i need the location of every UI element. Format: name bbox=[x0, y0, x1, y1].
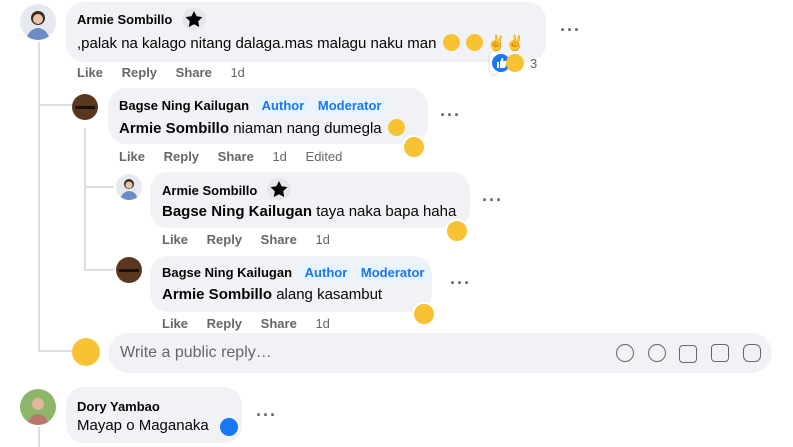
mention-link[interactable]: Bagse Ning Kailugan bbox=[162, 203, 312, 220]
avatar-sticker-icon[interactable] bbox=[743, 344, 761, 362]
timestamp[interactable]: 1d bbox=[315, 316, 329, 331]
timestamp[interactable]: 1d bbox=[272, 149, 286, 164]
comment-text-content: Mayap o Maganaka bbox=[77, 417, 209, 434]
share-button[interactable]: Share bbox=[176, 65, 212, 80]
blush-emoji-icon bbox=[465, 34, 483, 51]
thread-line-main bbox=[38, 42, 40, 352]
reaction-summary[interactable]: 3 bbox=[490, 52, 537, 74]
mention-link[interactable]: Armie Sombillo bbox=[119, 120, 229, 137]
star-badge-icon[interactable] bbox=[182, 8, 206, 30]
like-button[interactable]: Like bbox=[162, 316, 188, 331]
reply-button[interactable]: Reply bbox=[164, 149, 199, 164]
star-badge-icon[interactable] bbox=[267, 178, 291, 200]
timestamp[interactable]: 1d bbox=[315, 232, 329, 247]
thread-line-connector-1 bbox=[38, 104, 74, 106]
moderator-badge: Moderator bbox=[355, 263, 430, 282]
reply-author: Bagse Ning Kailugan Author Moderator bbox=[162, 263, 430, 282]
like-button[interactable]: Like bbox=[162, 232, 188, 247]
thread-line-nested bbox=[84, 128, 86, 270]
thread-line-connector-2 bbox=[84, 186, 114, 188]
avatar[interactable] bbox=[20, 389, 56, 425]
edited-label: Edited bbox=[305, 149, 343, 164]
victory-hand-emoji-icon-2: ✌ bbox=[505, 35, 525, 52]
like-reaction-icon bbox=[220, 418, 238, 436]
moderator-badge: Moderator bbox=[312, 96, 387, 115]
comment-text: ,palak na kalago nitang dalaga.mas malag… bbox=[77, 34, 524, 52]
thread-line-bottom bbox=[38, 427, 40, 447]
timestamp[interactable]: 1d bbox=[230, 65, 244, 80]
emoji-icon[interactable] bbox=[648, 344, 666, 362]
reply-text-content: niaman nang dumegla bbox=[229, 120, 382, 137]
comment-bubble bbox=[66, 2, 546, 62]
share-button[interactable]: Share bbox=[261, 232, 297, 247]
reply-button[interactable]: Reply bbox=[122, 65, 157, 80]
reply-button[interactable]: Reply bbox=[207, 316, 242, 331]
reply-text: Armie Sombillo niaman nang dumegla bbox=[119, 119, 405, 137]
haha-reaction-icon[interactable] bbox=[445, 219, 469, 243]
author-badge: Author bbox=[256, 96, 310, 115]
reply-actions: Like Reply Share 1d bbox=[162, 316, 345, 331]
reply-text-content: alang kasambut bbox=[272, 286, 383, 303]
camera-icon[interactable] bbox=[679, 345, 697, 363]
reply-input[interactable]: Write a public reply… bbox=[120, 344, 272, 362]
gif-icon[interactable] bbox=[711, 344, 729, 362]
comment-bubble bbox=[66, 387, 242, 443]
more-icon[interactable]: ··· bbox=[440, 105, 461, 126]
sticker-icon[interactable] bbox=[616, 344, 634, 362]
hugging-emoji-icon bbox=[387, 119, 405, 136]
reply-actions: Like Reply Share 1d bbox=[162, 232, 345, 247]
haha-reaction-icon[interactable] bbox=[402, 135, 426, 159]
avatar[interactable] bbox=[20, 4, 56, 40]
avatar[interactable] bbox=[116, 257, 142, 283]
more-icon[interactable]: ··· bbox=[256, 405, 277, 426]
thread-line-connector-reply-box bbox=[38, 350, 74, 352]
like-button[interactable]: Like bbox=[77, 65, 103, 80]
comment-actions: Like Reply Share 1d bbox=[77, 65, 260, 80]
reply-author: Bagse Ning Kailugan Author Moderator bbox=[119, 96, 387, 115]
comment-text: Mayap o Maganaka bbox=[77, 417, 238, 436]
reply-author[interactable]: Armie Sombillo bbox=[162, 183, 257, 198]
victory-hand-emoji-icon: ✌ bbox=[486, 35, 506, 52]
reply-author-name[interactable]: Bagse Ning Kailugan bbox=[162, 265, 292, 280]
more-icon[interactable]: ··· bbox=[560, 20, 581, 41]
comment-author[interactable]: Armie Sombillo bbox=[77, 12, 172, 27]
avatar[interactable] bbox=[72, 94, 98, 120]
avatar[interactable] bbox=[116, 174, 142, 200]
mention-link[interactable]: Armie Sombillo bbox=[162, 286, 272, 303]
haha-reaction-icon[interactable] bbox=[412, 302, 436, 326]
more-icon[interactable]: ··· bbox=[482, 190, 503, 211]
reply-text-content: taya naka bapa haha bbox=[312, 203, 457, 220]
wow-reaction-icon bbox=[506, 54, 524, 72]
thread-line-connector-3 bbox=[84, 269, 114, 271]
share-button[interactable]: Share bbox=[261, 316, 297, 331]
reaction-count: 3 bbox=[530, 56, 538, 71]
reply-button[interactable]: Reply bbox=[207, 232, 242, 247]
reply-actions: Like Reply Share 1d Edited bbox=[119, 149, 357, 164]
author-badge: Author bbox=[299, 263, 353, 282]
grinning-emoji-icon bbox=[442, 34, 460, 51]
comment-text-content: ,palak na kalago nitang dalaga.mas malag… bbox=[77, 35, 437, 52]
reply-text: Armie Sombillo alang kasambut bbox=[162, 286, 382, 303]
reply-author-name[interactable]: Bagse Ning Kailugan bbox=[119, 98, 249, 113]
reply-text: Bagse Ning Kailugan taya naka bapa haha bbox=[162, 203, 456, 220]
comment-author[interactable]: Dory Yambao bbox=[77, 399, 160, 414]
share-button[interactable]: Share bbox=[218, 149, 254, 164]
current-user-avatar[interactable] bbox=[72, 338, 100, 366]
more-icon[interactable]: ··· bbox=[450, 273, 471, 294]
like-button[interactable]: Like bbox=[119, 149, 145, 164]
